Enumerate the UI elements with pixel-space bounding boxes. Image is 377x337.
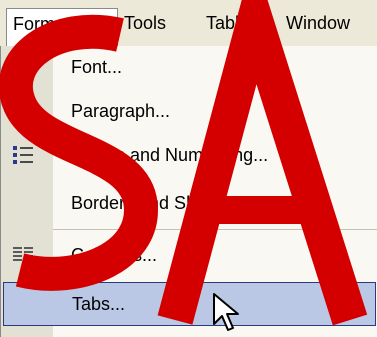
mouse-pointer-icon <box>213 293 239 331</box>
menu-item-columns-label: Columns... <box>71 245 158 265</box>
menu-item-borders-shading-label: Borders and Shading... <box>71 193 256 213</box>
menu-table-label: Table <box>206 13 250 33</box>
menu-table[interactable]: Table <box>200 8 255 38</box>
svg-text:¶: ¶ <box>25 109 33 123</box>
menu-item-columns[interactable]: Columns... <box>1 234 377 276</box>
menu-item-tabs[interactable]: Tabs... <box>3 282 376 326</box>
menu-item-bullets-numbering-label: Bullets and Numbering... <box>71 145 269 165</box>
menu-item-font-label: Font... <box>71 57 123 77</box>
menu-item-paragraph[interactable]: ¶ Paragraph... <box>1 90 377 132</box>
menu-tools-label: Tools <box>124 13 167 33</box>
bullets-icon <box>13 146 33 164</box>
menu-separator <box>53 229 377 230</box>
menu-item-borders-shading[interactable]: Borders and Shading... <box>1 182 377 224</box>
menu-tools[interactable]: Tools <box>118 8 172 38</box>
menu-item-bullets-numbering[interactable]: Bullets and Numbering... <box>1 134 377 176</box>
menu-bar: Format Tools Table Window <box>0 0 377 47</box>
format-dropdown-menu: A Font... ¶ Paragraph... Bullets and Num… <box>0 46 377 337</box>
menu-window[interactable]: Window <box>280 8 356 38</box>
menu-item-font[interactable]: A Font... <box>1 46 377 88</box>
menu-format-label: Format <box>13 14 71 34</box>
menu-item-tabs-label: Tabs... <box>72 294 126 314</box>
svg-text:A: A <box>14 55 30 79</box>
paragraph-icon: ¶ <box>13 102 33 123</box>
menu-format[interactable]: Format <box>6 8 118 46</box>
font-a-icon: A <box>14 55 30 79</box>
menu-item-paragraph-label: Paragraph... <box>71 101 171 121</box>
menu-window-label: Window <box>286 13 351 33</box>
columns-icon <box>13 247 33 261</box>
